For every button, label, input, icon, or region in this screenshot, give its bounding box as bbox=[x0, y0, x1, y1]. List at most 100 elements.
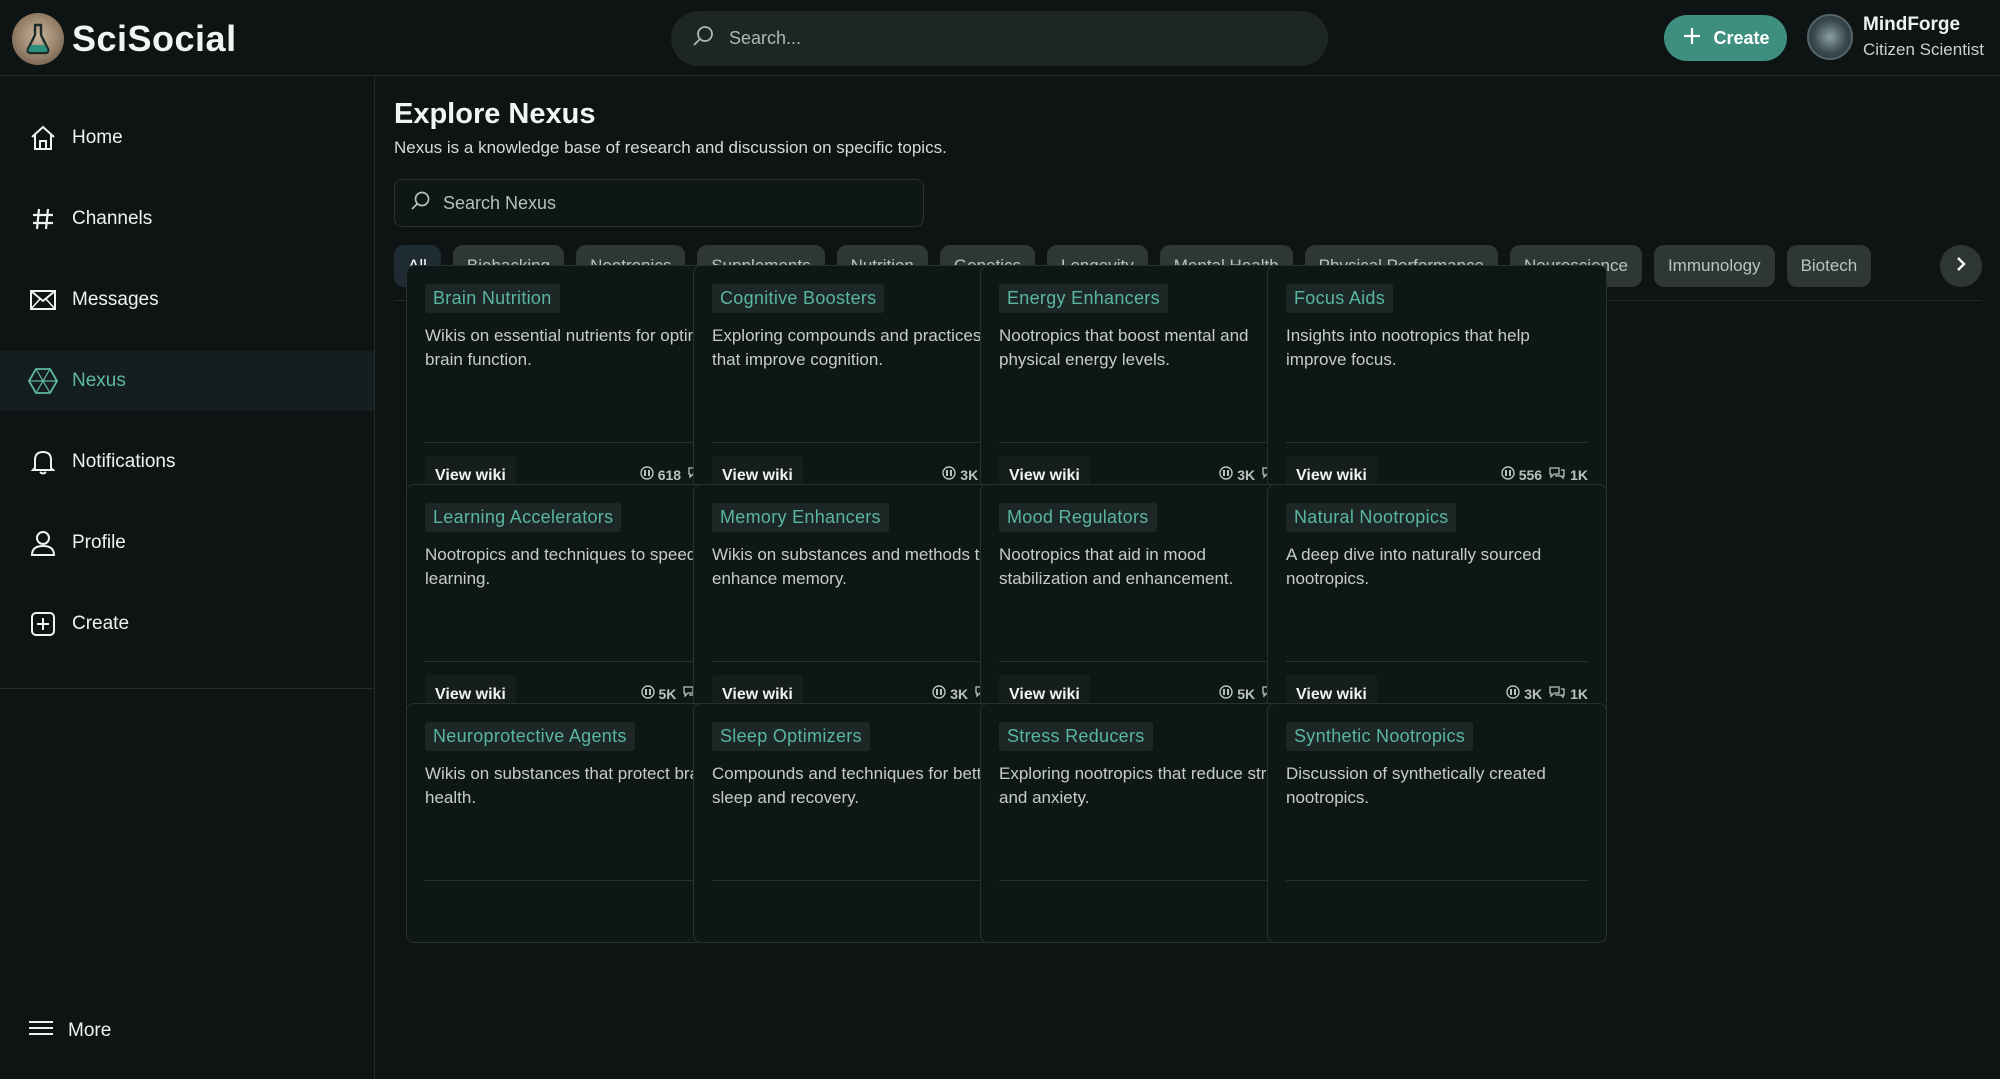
wiki-count: 556 bbox=[1518, 466, 1543, 483]
wiki-count-icon bbox=[1501, 466, 1515, 483]
chips-scroll-right-button[interactable] bbox=[1940, 245, 1982, 287]
card-divider bbox=[425, 880, 727, 881]
sidebar-item-create[interactable]: Create bbox=[0, 594, 374, 654]
category-chip-biotech[interactable]: Biotech bbox=[1786, 245, 1872, 287]
card-title[interactable]: Mood Regulators bbox=[999, 503, 1157, 532]
avatar bbox=[1807, 14, 1853, 60]
card-title[interactable]: Energy Enhancers bbox=[999, 284, 1168, 313]
card-divider bbox=[425, 661, 727, 662]
sidebar-item-label: Channels bbox=[72, 208, 153, 229]
wiki-count: 3K bbox=[950, 685, 969, 702]
more-button[interactable]: More bbox=[28, 1018, 111, 1044]
wiki-count-icon bbox=[1506, 685, 1520, 702]
search-icon bbox=[409, 190, 431, 217]
flask-logo-icon bbox=[12, 13, 64, 65]
nexus-card[interactable]: Synthetic Nootropics Discussion of synthe… bbox=[1267, 703, 1607, 943]
card-divider bbox=[425, 442, 727, 443]
wiki-count-icon bbox=[932, 685, 946, 702]
wiki-count: 3K bbox=[1524, 685, 1543, 702]
card-title[interactable]: Neuroprotective Agents bbox=[425, 722, 635, 751]
card-title[interactable]: Focus Aids bbox=[1286, 284, 1394, 313]
card-title[interactable]: Brain Nutrition bbox=[425, 284, 560, 313]
menu-icon bbox=[28, 1018, 54, 1044]
category-chip-immunology[interactable]: Immunology bbox=[1653, 245, 1775, 287]
user-name: MindForge bbox=[1863, 14, 1961, 35]
top-bar: SciSocial Create MindForge Citizen Scien… bbox=[0, 0, 2000, 76]
sidebar-item-messages[interactable]: Messages bbox=[0, 270, 374, 330]
card-title[interactable]: Memory Enhancers bbox=[712, 503, 889, 532]
user-icon bbox=[28, 528, 58, 558]
card-description: Insights into nootropics that help impro… bbox=[1286, 326, 1530, 369]
page-subtitle: Nexus is a knowledge base of research an… bbox=[394, 138, 947, 157]
card-description: Nootropics and techniques to speed up le… bbox=[425, 545, 720, 588]
card-title[interactable]: Sleep Optimizers bbox=[712, 722, 870, 751]
app-name: SciSocial bbox=[72, 18, 237, 59]
sidebar-item-profile[interactable]: Profile bbox=[0, 513, 374, 573]
wiki-count-icon bbox=[640, 685, 655, 702]
card-title[interactable]: Cognitive Boosters bbox=[712, 284, 885, 313]
card-title[interactable]: Learning Accelerators bbox=[425, 503, 622, 532]
create-button[interactable]: Create bbox=[1664, 15, 1787, 61]
create-button-label: Create bbox=[1713, 27, 1770, 48]
card-description: Wikis on substances and methods that enh… bbox=[712, 545, 1004, 588]
nexus-card[interactable]: Focus Aids Insights into nootropics that … bbox=[1267, 265, 1607, 518]
sidebar: Home Channels Messages Nexus Notificatio… bbox=[0, 76, 375, 1079]
nexus-search-input[interactable] bbox=[443, 192, 923, 214]
comments-icon bbox=[1548, 685, 1566, 702]
user-role: Citizen Scientist bbox=[1863, 40, 1984, 59]
plus-square-icon bbox=[28, 609, 58, 639]
card-description: Exploring compounds and practices that i… bbox=[712, 326, 982, 369]
comment-count: 1K bbox=[1570, 466, 1588, 483]
card-stats: 3K 1K bbox=[1506, 685, 1588, 702]
card-description: Nootropics that boost mental and physica… bbox=[999, 326, 1249, 369]
search-icon bbox=[691, 24, 715, 53]
wiki-count-icon bbox=[1219, 466, 1233, 483]
card-divider bbox=[712, 442, 1014, 443]
global-search[interactable] bbox=[671, 11, 1328, 66]
card-description: Discussion of synthetically created noot… bbox=[1286, 764, 1546, 807]
bell-icon bbox=[28, 447, 58, 477]
card-divider bbox=[1286, 442, 1588, 443]
card-description: Nootropics that aid in mood stabilizatio… bbox=[999, 545, 1234, 588]
chevron-right-icon bbox=[1954, 256, 1968, 277]
wiki-count-icon bbox=[942, 466, 956, 483]
card-divider bbox=[999, 880, 1301, 881]
card-title[interactable]: Synthetic Nootropics bbox=[1286, 722, 1474, 751]
sidebar-item-nexus[interactable]: Nexus bbox=[0, 351, 374, 411]
global-search-input[interactable] bbox=[729, 28, 1289, 49]
sidebar-item-label: Profile bbox=[72, 532, 126, 553]
wiki-count: 5K bbox=[1237, 685, 1256, 702]
wiki-count: 5K bbox=[658, 685, 677, 702]
comment-count: 1K bbox=[1570, 685, 1588, 702]
sidebar-item-channels[interactable]: Channels bbox=[0, 189, 374, 249]
user-menu[interactable]: MindForge Citizen Scientist bbox=[1807, 14, 1984, 60]
comments-icon bbox=[1548, 466, 1566, 483]
sidebar-item-label: Notifications bbox=[72, 451, 176, 472]
sidebar-item-notifications[interactable]: Notifications bbox=[0, 432, 374, 492]
card-title[interactable]: Stress Reducers bbox=[999, 722, 1153, 751]
chips-fade bbox=[1896, 241, 1940, 291]
card-divider bbox=[1286, 661, 1588, 662]
nexus-search[interactable] bbox=[394, 179, 924, 227]
card-description: Exploring nootropics that reduce stress … bbox=[999, 764, 1293, 807]
card-title[interactable]: Natural Nootropics bbox=[1286, 503, 1457, 532]
home-icon bbox=[28, 123, 58, 153]
sidebar-item-label: Nexus bbox=[72, 370, 126, 391]
hash-icon bbox=[28, 204, 58, 234]
nexus-card[interactable]: Natural Nootropics A deep dive into natur… bbox=[1267, 484, 1607, 737]
sidebar-item-label: Create bbox=[72, 613, 130, 634]
app-logo[interactable]: SciSocial bbox=[12, 13, 237, 65]
card-divider bbox=[1286, 880, 1588, 881]
nexus-icon bbox=[28, 366, 58, 396]
envelope-icon bbox=[28, 285, 58, 315]
sidebar-item-label: Messages bbox=[72, 289, 159, 310]
wiki-count: 3K bbox=[960, 466, 979, 483]
sidebar-item-label: Home bbox=[72, 127, 123, 148]
card-divider bbox=[999, 442, 1301, 443]
sidebar-item-home[interactable]: Home bbox=[0, 108, 374, 168]
card-description: A deep dive into naturally sourced nootr… bbox=[1286, 545, 1542, 588]
page-title: Explore Nexus bbox=[394, 98, 596, 130]
wiki-count-icon bbox=[640, 466, 654, 483]
more-label: More bbox=[68, 1020, 112, 1041]
card-stats: 556 1K bbox=[1501, 466, 1588, 483]
